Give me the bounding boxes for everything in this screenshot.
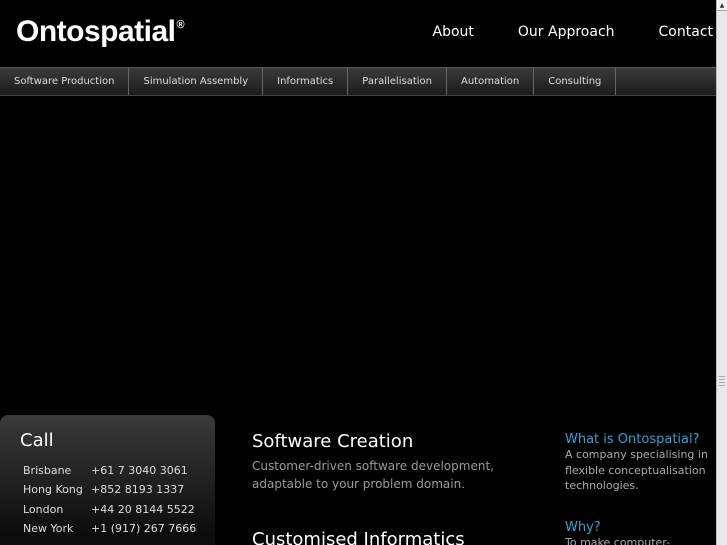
why-text: To make computer- <box>565 535 671 545</box>
nav-simulation-assembly[interactable]: Simulation Assembly <box>129 68 264 95</box>
service-title[interactable]: Software Creation <box>252 431 512 452</box>
nav-informatics[interactable]: Informatics <box>263 68 349 95</box>
city: London <box>23 502 64 516</box>
scroll-up-arrow-icon[interactable]: ▲ <box>717 0 727 11</box>
what-text: A company specialising in flexible conce… <box>565 448 708 492</box>
phone: +61 7 3040 3061 <box>91 464 188 478</box>
call-panel: Call Brisbane +61 7 3040 3061 Hong Kong +8… <box>0 415 215 545</box>
service-text: Customer-driven software development, ad… <box>252 459 494 491</box>
phone-row: Hong Kong +852 8193 1337 <box>21 480 198 499</box>
what-title: What is Ontospatial? <box>565 432 700 447</box>
city: Hong Kong <box>23 483 83 497</box>
nav-software-production[interactable]: Software Production <box>0 68 130 95</box>
top-nav: About Our Approach Contact <box>433 24 714 40</box>
logo[interactable]: Ontospatial® <box>16 15 185 49</box>
services: Software Creation Customer-driven softwa… <box>252 431 512 545</box>
phone-row: New York +1 (917) 267 7666 <box>21 519 198 538</box>
page: Ontospatial® About Our Approach Contact … <box>0 0 716 545</box>
nav-contact[interactable]: Contact <box>659 24 713 40</box>
nav-our-approach[interactable]: Our Approach <box>518 24 615 40</box>
service-title[interactable]: Customised Informatics <box>252 529 512 545</box>
call-title: Call <box>20 430 54 451</box>
city: New York <box>23 522 74 536</box>
phone: +852 8193 1337 <box>91 483 185 497</box>
nav-parallelisation[interactable]: Parallelisation <box>348 68 447 95</box>
nav-automation[interactable]: Automation <box>447 68 535 95</box>
scrollbar[interactable]: ▲ <box>716 0 727 545</box>
phone: +44 20 8144 5522 <box>91 502 195 516</box>
phone-row: Brisbane +61 7 3040 3061 <box>21 461 198 480</box>
nav-consulting[interactable]: Consulting <box>534 68 617 95</box>
phone-table: Brisbane +61 7 3040 3061 Hong Kong +852 81… <box>21 461 198 538</box>
about-sidebar: What is Ontospatial? A company specialis… <box>565 432 710 545</box>
scroll-grip-icon[interactable] <box>719 376 725 388</box>
logo-text: Ontospatial <box>16 15 176 48</box>
phone-row: London +44 20 8144 5522 <box>21 500 198 519</box>
why-title: Why? <box>565 519 601 535</box>
nav-about[interactable]: About <box>433 24 474 40</box>
city: Brisbane <box>23 464 72 478</box>
service-nav: Software Production Simulation Assembly … <box>0 67 716 96</box>
registered-mark: ® <box>176 19 185 31</box>
phone: +1 (917) 267 7666 <box>91 522 197 536</box>
